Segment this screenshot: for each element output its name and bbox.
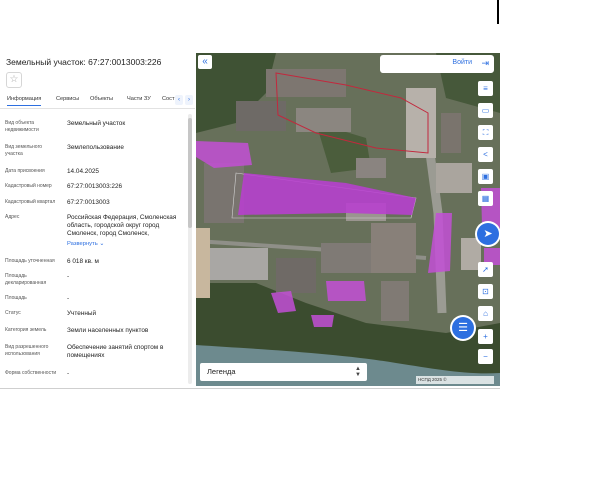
field-value: - [67,370,70,377]
collapse-panel-icon[interactable]: « [198,55,212,69]
navigate-icon[interactable]: ➚ [478,262,493,277]
field-label: Вид объекта недвижимости [5,120,39,133]
sort-arrows-icon: ▲ ▼ [355,366,361,378]
tab-info[interactable]: Информация [7,96,42,106]
field-value: Обеспечение занятий спортом в помещениях [67,344,164,359]
field-label: Форма собственности [5,370,57,376]
field-label: Категория земель [5,327,47,333]
field-value: 67:27:0013003:226 [67,183,123,190]
attribution: НСПД 2025 © [416,376,494,384]
field-label: Вид земельного участка [5,144,43,157]
satellite-imagery [196,53,500,386]
tab-parts[interactable]: Части ЗУ [127,96,151,102]
legend-select[interactable]: Легенда ▲ ▼ [200,363,367,381]
field-label: Площадь декларированная [5,273,47,286]
field-label: Кадастровый номер [5,183,52,189]
field-value: Российская Федерация, Смоленская область… [67,214,177,237]
info-panel: Земельный участок: 67:27:0013003:226 ☆ И… [0,48,195,386]
chat-icon[interactable]: ☰ [452,317,474,339]
chevron-down-icon: ⌄ [99,241,105,247]
field-value: - [67,273,70,280]
legend-label: Легенда [207,367,236,376]
star-icon[interactable]: ☆ [6,72,22,88]
share-icon[interactable]: < [478,147,493,162]
login-icon: ⇥ [481,58,489,68]
chevron-right-icon[interactable]: › [185,95,193,105]
tab-services[interactable]: Сервисы [56,96,79,102]
tab-bar: Информация Сервисы Объекты Части ЗУ Сост… [0,94,195,109]
login-button[interactable]: Войти ⇥ [380,55,494,73]
field-value: 6 018 кв. м [67,258,99,265]
field-value: 14.04.2025 [67,168,99,175]
field-label: Дата присвоения [5,168,45,174]
field-value: 67:27:0013003 [67,199,110,206]
field-value: Земельный участок [67,120,126,127]
navigate-round-icon[interactable]: ➤ [477,223,499,245]
field-label: Адрес [5,214,20,220]
field-label: Площадь уточненная [5,258,55,264]
field-value: Земли населенных пунктов [67,327,149,334]
tab-objects[interactable]: Объекты [90,96,113,102]
zoom-in-icon[interactable]: + [478,329,493,344]
screen: Земельный участок: 67:27:0013003:226 ☆ И… [0,0,600,480]
field-value: Учтенный [67,310,97,317]
zoom-out-icon[interactable]: − [478,349,493,364]
field-label: Кадастровый квартал [5,199,56,205]
tab-scroll: ‹ › [175,95,193,106]
bookmark-icon[interactable]: ⌂ [478,306,493,321]
divider [497,0,499,24]
map-view[interactable]: « Войти ⇥ ≡ ▭ ⛶ < ▣ ▦ ➤ ➚ ⊡ ⌂ + − ☰ Леге… [196,53,500,386]
field-label: Вид разрешенного использования [5,344,49,357]
expand-link-label: Развернуть [67,241,98,247]
search-object-icon[interactable]: ▦ [478,191,493,206]
print-icon[interactable]: ▣ [478,169,493,184]
login-label: Войти [452,59,472,66]
measure-icon[interactable]: ▭ [478,103,493,118]
bottom-divider [0,388,500,389]
chevron-left-icon[interactable]: ‹ [175,95,183,105]
expand-link[interactable]: Развернуть ⌄ [67,241,104,247]
select-area-icon[interactable]: ⛶ [478,125,493,140]
panel-title: Земельный участок: 67:27:0013003:226 [6,57,162,67]
layers-icon[interactable]: ≡ [478,81,493,96]
tab-state[interactable]: Сост [162,96,175,102]
field-value: Землепользование [67,144,124,151]
field-label: Статус [5,310,21,316]
scrollbar-thumb[interactable] [188,118,192,228]
locate-icon[interactable]: ⊡ [478,284,493,299]
field-value: - [67,295,70,302]
field-label: Площадь [5,295,27,301]
